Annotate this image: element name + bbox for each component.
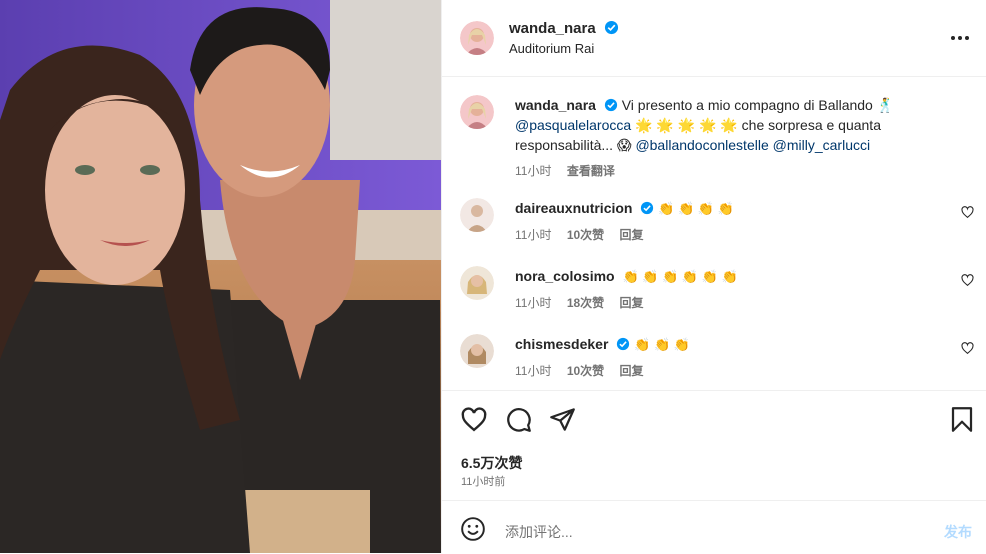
more-options-icon[interactable] [950,28,970,48]
comment-time[interactable]: 11小时 [515,296,551,310]
share-paper-plane-icon[interactable] [549,406,576,433]
verified-badge-icon [604,98,617,112]
save-bookmark-icon[interactable] [950,406,974,433]
caption: wanda_nara Vi presento a mio compagno di… [442,95,986,181]
header-username[interactable]: wanda_nara [509,20,596,37]
verified-badge-icon [605,20,619,35]
comment-username[interactable]: nora_colosimo [515,268,615,284]
comment-row: nora_colosimo 👏 👏 👏 👏 👏 👏 11小时 18次赞 回复 [442,266,986,313]
caption-text: 🌟 🌟 🌟 🌟 🌟 che sorpresa e quanta [635,117,881,133]
avatar[interactable] [460,266,494,300]
post-header: wanda_nara Auditorium Rai [442,0,986,77]
reply-button[interactable]: 回复 [620,296,644,310]
caption-text: responsabilità... 😱 [515,137,632,153]
comment-input[interactable]: 添加评论... [505,522,573,542]
avatar[interactable] [460,95,494,129]
comment-username[interactable]: chismesdeker [515,336,608,352]
reply-button[interactable]: 回复 [620,364,644,378]
caption-text: Vi presento a mio compagno di Ballando 🕺 [621,97,895,113]
comment-time[interactable]: 11小时 [515,364,551,378]
like-comment-heart-icon[interactable] [961,342,974,355]
translate-link[interactable]: 查看翻译 [567,164,615,178]
mention-link[interactable]: @ballandoconlestelle [635,137,768,153]
comment-text: 👏 👏 👏 [634,337,690,352]
caption-username[interactable]: wanda_nara [515,97,596,113]
post-time[interactable]: 11小时前 [461,473,505,489]
post-comment-button[interactable]: 发布 [944,522,972,542]
emoji-icon[interactable] [460,516,486,542]
post-image [0,0,441,553]
reply-button[interactable]: 回复 [620,228,644,242]
verified-badge-icon [617,337,630,351]
like-heart-icon[interactable] [460,406,488,434]
verified-badge-icon [641,201,654,215]
add-comment-bar: 添加评论... 发布 [442,500,986,554]
avatar[interactable] [460,21,494,55]
comment-row: chismesdeker 👏 👏 👏 11小时 10次赞 回复 [442,334,986,381]
comment-text: 👏 👏 👏 👏 👏 👏 [622,269,738,284]
action-bar: 6.5万次赞 11小时前 [442,390,986,501]
comment-username[interactable]: daireauxnutricion [515,200,632,216]
like-comment-heart-icon[interactable] [961,206,974,219]
comment-time[interactable]: 11小时 [515,228,551,242]
location-link[interactable]: Auditorium Rai [509,41,619,56]
avatar[interactable] [460,198,494,232]
mention-link[interactable]: @milly_carlucci [773,137,870,153]
post-photo[interactable] [0,0,441,553]
comment-likes[interactable]: 10次赞 [567,228,604,242]
likes-count[interactable]: 6.5万次赞 [461,453,522,473]
comment-text: 👏 👏 👏 👏 [658,201,734,216]
comments-list[interactable]: wanda_nara Vi presento a mio compagno di… [442,78,986,390]
comment-likes[interactable]: 18次赞 [567,296,604,310]
comment-row: daireauxnutricion 👏 👏 👏 👏 11小时 10次赞 回复 [442,198,986,245]
comment-bubble-icon[interactable] [505,406,532,433]
caption-time[interactable]: 11小时 [515,164,551,178]
avatar[interactable] [460,334,494,368]
comment-likes[interactable]: 10次赞 [567,364,604,378]
like-comment-heart-icon[interactable] [961,274,974,287]
mention-link[interactable]: @pasqualelarocca [515,117,631,133]
post-panel: wanda_nara Auditorium Rai wanda_nara Vi … [441,0,986,553]
